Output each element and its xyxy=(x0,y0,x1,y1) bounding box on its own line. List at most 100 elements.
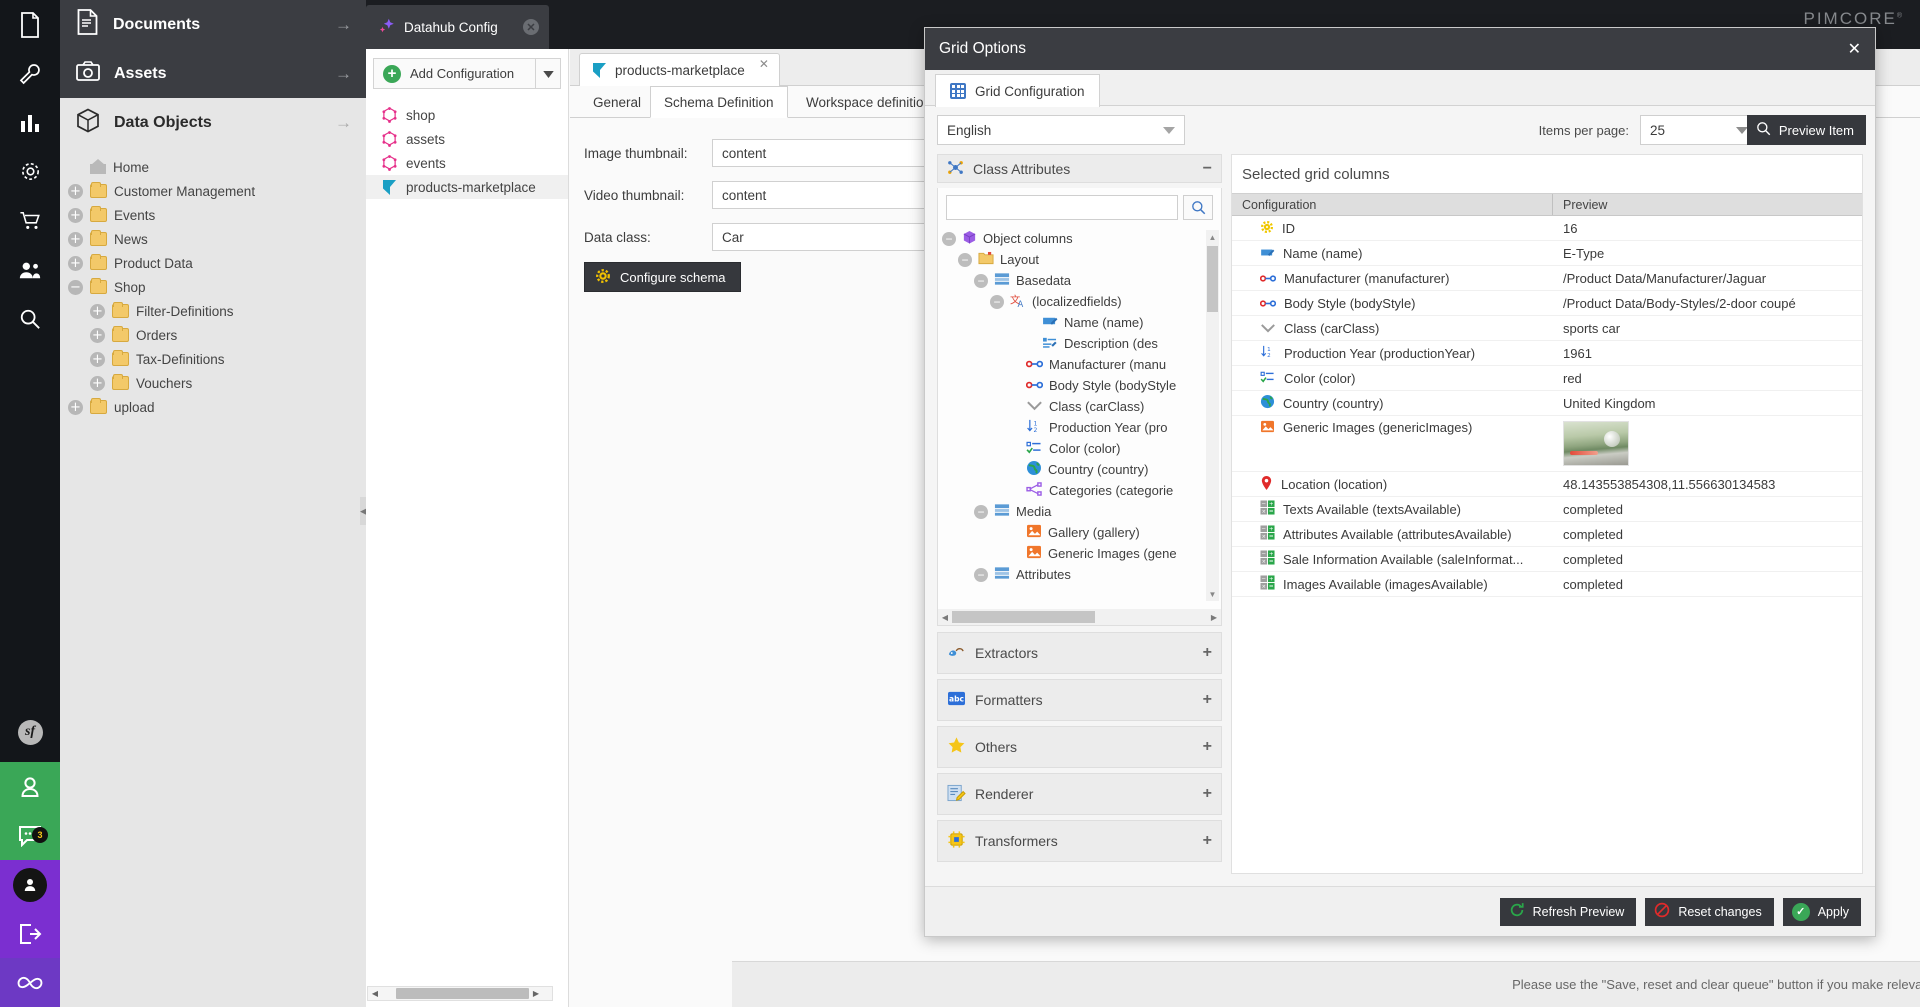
accordion-class-attributes[interactable]: Class Attributes − xyxy=(937,154,1222,183)
expander-minus-icon[interactable]: − xyxy=(974,273,988,288)
table-row[interactable]: Color (color) red xyxy=(1232,366,1862,391)
expander-plus-icon[interactable]: + xyxy=(68,399,83,415)
expander-plus-icon[interactable]: + xyxy=(90,303,105,319)
search-button[interactable] xyxy=(1183,195,1213,220)
attr-node-categories[interactable]: Categories (categorie xyxy=(938,480,1221,501)
attr-node-production-year[interactable]: 12 Production Year (pro xyxy=(938,417,1221,438)
attr-node-generic-images[interactable]: Generic Images (gene xyxy=(938,543,1221,564)
table-row[interactable]: Country (country) United Kingdom xyxy=(1232,391,1862,416)
attribute-tree-vertical-scrollbar[interactable]: ▲ ▼ xyxy=(1206,230,1219,601)
expand-toggle[interactable]: + xyxy=(1203,833,1212,849)
attr-node-basedata[interactable]: − Basedata xyxy=(938,270,1221,291)
scrollbar-thumb[interactable] xyxy=(396,988,529,999)
scrollbar-thumb[interactable] xyxy=(952,611,1095,623)
scrollbar-thumb[interactable] xyxy=(1207,246,1218,312)
bar-chart-icon[interactable] xyxy=(0,98,60,147)
collapse-toggle[interactable]: − xyxy=(1203,160,1212,177)
tree-item-news[interactable]: + News xyxy=(60,227,366,251)
gear-icon[interactable] xyxy=(0,147,60,196)
avatar[interactable] xyxy=(0,860,60,909)
scroll-down-icon[interactable]: ▼ xyxy=(1206,587,1219,601)
tab-workspace-definition[interactable]: Workspace definition xyxy=(792,86,945,118)
tree-item-home[interactable]: Home xyxy=(60,155,366,179)
attr-node-media[interactable]: − Media xyxy=(938,501,1221,522)
nav-section-data-objects[interactable]: Data Objects → xyxy=(60,98,366,147)
expander-plus-icon[interactable]: + xyxy=(90,375,105,391)
wrench-icon[interactable] xyxy=(0,49,60,98)
tree-item-shop[interactable]: − Shop xyxy=(60,275,366,299)
expand-toggle[interactable]: + xyxy=(1203,645,1212,661)
refresh-preview-button[interactable]: Refresh Preview xyxy=(1499,897,1637,926)
expand-toggle[interactable]: + xyxy=(1203,739,1212,755)
infinity-icon[interactable] xyxy=(0,958,60,1007)
accordion-renderer[interactable]: Renderer + xyxy=(937,773,1222,815)
scroll-right-icon[interactable]: ▶ xyxy=(1207,613,1221,622)
add-configuration-button[interactable]: + Add Configuration xyxy=(373,58,535,89)
table-row[interactable]: Location (location) 48.143553854308,11.5… xyxy=(1232,472,1862,497)
dialog-header[interactable]: Grid Options ✕ xyxy=(925,28,1875,70)
nav-section-documents[interactable]: Documents → xyxy=(60,0,366,49)
tree-item-events[interactable]: + Events xyxy=(60,203,366,227)
expand-toggle[interactable]: + xyxy=(1203,692,1212,708)
cart-icon[interactable] xyxy=(0,196,60,245)
tree-item-upload[interactable]: + upload xyxy=(60,395,366,419)
reset-changes-button[interactable]: Reset changes xyxy=(1645,897,1774,926)
config-item-assets[interactable]: assets xyxy=(366,127,568,151)
attr-node-body-style[interactable]: Body Style (bodyStyle xyxy=(938,375,1221,396)
scroll-left-icon[interactable]: ◀ xyxy=(368,989,382,998)
chat-icon[interactable]: 3 xyxy=(0,811,60,860)
accordion-extractors[interactable]: Extractors + xyxy=(937,632,1222,674)
config-item-products-marketplace[interactable]: products-marketplace xyxy=(366,175,568,199)
attr-node-localizedfields[interactable]: − 文A (localizedfields) xyxy=(938,291,1221,312)
expander-minus-icon[interactable]: − xyxy=(974,504,988,519)
table-row[interactable]: Body Style (bodyStyle) /Product Data/Bod… xyxy=(1232,291,1862,316)
expander-minus-icon[interactable]: − xyxy=(974,567,988,582)
tab-general[interactable]: General xyxy=(579,86,655,118)
attr-node-manufacturer[interactable]: Manufacturer (manu xyxy=(938,354,1221,375)
table-row[interactable]: − + × = Images Available (imagesAvailable) … xyxy=(1232,572,1862,597)
configure-schema-button[interactable]: Configure schema xyxy=(584,262,741,292)
expander-plus-icon[interactable]: + xyxy=(68,255,83,271)
table-row[interactable]: 12 Production Year (productionYear) 1961 xyxy=(1232,341,1862,366)
expander-plus-icon[interactable]: + xyxy=(68,183,83,199)
attr-node-gallery[interactable]: Gallery (gallery) xyxy=(938,522,1221,543)
attr-node-name[interactable]: Name (name) xyxy=(938,312,1221,333)
close-icon[interactable]: ✕ xyxy=(1848,39,1861,59)
scroll-right-icon[interactable]: ▶ xyxy=(529,989,543,998)
table-row[interactable]: Name (name) E-Type xyxy=(1232,241,1862,266)
tree-item-orders[interactable]: + Orders xyxy=(60,323,366,347)
logout-icon[interactable] xyxy=(0,909,60,958)
attr-node-country[interactable]: Country (country) xyxy=(938,459,1221,480)
expander-plus-icon[interactable]: + xyxy=(68,231,83,247)
expander-minus-icon[interactable]: − xyxy=(68,279,83,295)
symfony-icon[interactable]: sf xyxy=(0,702,60,762)
search-icon[interactable] xyxy=(0,294,60,343)
attr-node-color[interactable]: Color (color) xyxy=(938,438,1221,459)
expander-minus-icon[interactable]: − xyxy=(958,252,972,267)
scroll-up-icon[interactable]: ▲ xyxy=(1206,230,1219,244)
column-header-preview[interactable]: Preview xyxy=(1553,194,1862,215)
tab-schema-definition[interactable]: Schema Definition xyxy=(650,86,788,118)
config-item-shop[interactable]: shop xyxy=(366,103,568,127)
table-row[interactable]: Manufacturer (manufacturer) /Product Dat… xyxy=(1232,266,1862,291)
attr-node-attributes[interactable]: − Attributes xyxy=(938,564,1221,585)
expander-minus-icon[interactable]: − xyxy=(942,231,956,246)
expander-plus-icon[interactable]: + xyxy=(90,351,105,367)
apply-button[interactable]: ✓ Apply xyxy=(1782,897,1861,926)
table-row[interactable]: Class (carClass) sports car xyxy=(1232,316,1862,341)
table-row[interactable]: Generic Images (genericImages) xyxy=(1232,416,1862,472)
scroll-left-icon[interactable]: ◀ xyxy=(938,613,952,622)
expander-minus-icon[interactable]: − xyxy=(990,294,1004,309)
config-horizontal-scrollbar[interactable]: ◀ ▶ xyxy=(367,986,553,1001)
table-row[interactable]: − + × = Sale Information Available (saleInf… xyxy=(1232,547,1862,572)
tree-item-product-data[interactable]: + Product Data xyxy=(60,251,366,275)
attribute-tree-horizontal-scrollbar[interactable]: ◀ ▶ xyxy=(938,609,1221,625)
search-input[interactable] xyxy=(946,195,1178,220)
file-icon[interactable] xyxy=(0,0,60,49)
accordion-formatters[interactable]: abc Formatters + xyxy=(937,679,1222,721)
accordion-others[interactable]: Others + xyxy=(937,726,1222,768)
attr-node-description[interactable]: Description (des xyxy=(938,333,1221,354)
users-icon[interactable] xyxy=(0,245,60,294)
accordion-transformers[interactable]: Transformers + xyxy=(937,820,1222,862)
tree-item-vouchers[interactable]: + Vouchers xyxy=(60,371,366,395)
